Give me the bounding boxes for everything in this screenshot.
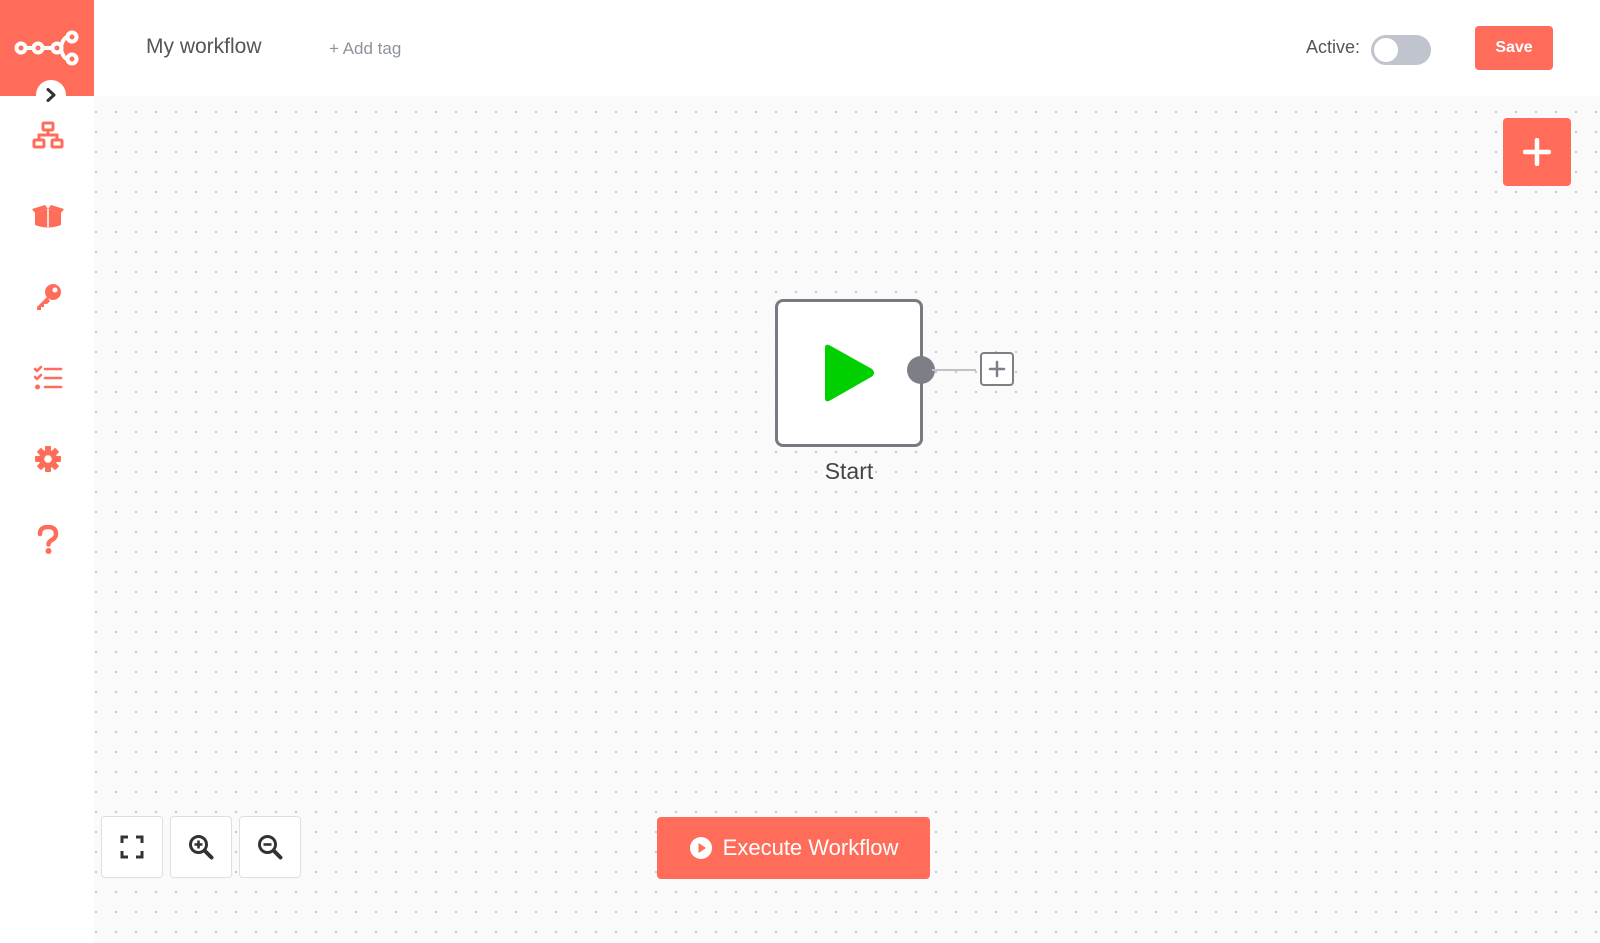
node-label: Start — [824, 458, 874, 484]
execute-workflow-button[interactable]: Execute Workflow — [657, 817, 930, 879]
sidebar-item-credentials[interactable] — [22, 271, 74, 323]
add-tag-button[interactable]: + Add tag — [329, 39, 401, 59]
question-icon — [37, 525, 59, 554]
cog-icon — [35, 446, 61, 472]
zoom-in-icon — [189, 835, 214, 860]
sidebar — [0, 0, 94, 943]
zoom-in-button[interactable] — [170, 816, 232, 878]
start-node[interactable] — [775, 299, 923, 447]
zoom-to-fit-button[interactable] — [101, 816, 163, 878]
header: My workflow + Add tag Active: Save — [94, 0, 1600, 96]
sidebar-item-templates[interactable] — [22, 190, 74, 242]
sidebar-item-settings[interactable] — [22, 433, 74, 485]
sitemap-icon — [32, 121, 64, 149]
connector-line — [932, 369, 976, 371]
sidebar-item-workflows[interactable] — [22, 109, 74, 161]
node-output-endpoint[interactable] — [907, 356, 935, 384]
workflow-canvas[interactable]: Start Execute Workflow — [94, 96, 1600, 943]
box-open-icon — [32, 205, 64, 228]
n8n-logo-icon — [14, 30, 79, 66]
save-button[interactable]: Save — [1475, 26, 1553, 70]
add-connected-node-button[interactable] — [980, 352, 1014, 386]
key-icon — [37, 284, 61, 310]
workflow-editor: My workflow + Add tag Active: Save Start — [0, 0, 1600, 943]
sidebar-item-help[interactable] — [22, 514, 74, 566]
zoom-out-icon — [258, 835, 283, 860]
expand-icon — [120, 835, 144, 859]
chevron-right-icon — [46, 88, 56, 102]
sidebar-item-executions[interactable] — [22, 352, 74, 404]
zoom-out-button[interactable] — [239, 816, 301, 878]
play-circle-icon — [689, 837, 712, 859]
play-icon — [825, 344, 874, 402]
toggle-knob — [1374, 38, 1398, 62]
sidebar-expand-button[interactable] — [36, 80, 66, 110]
workflow-name[interactable]: My workflow — [146, 35, 262, 59]
tasks-icon — [33, 365, 63, 390]
active-label: Active: — [1306, 37, 1361, 57]
active-toggle[interactable] — [1371, 35, 1431, 65]
execute-workflow-label: Execute Workflow — [722, 835, 899, 860]
plus-icon — [1523, 138, 1551, 166]
plus-icon — [988, 360, 1006, 378]
add-node-button[interactable] — [1503, 118, 1571, 186]
